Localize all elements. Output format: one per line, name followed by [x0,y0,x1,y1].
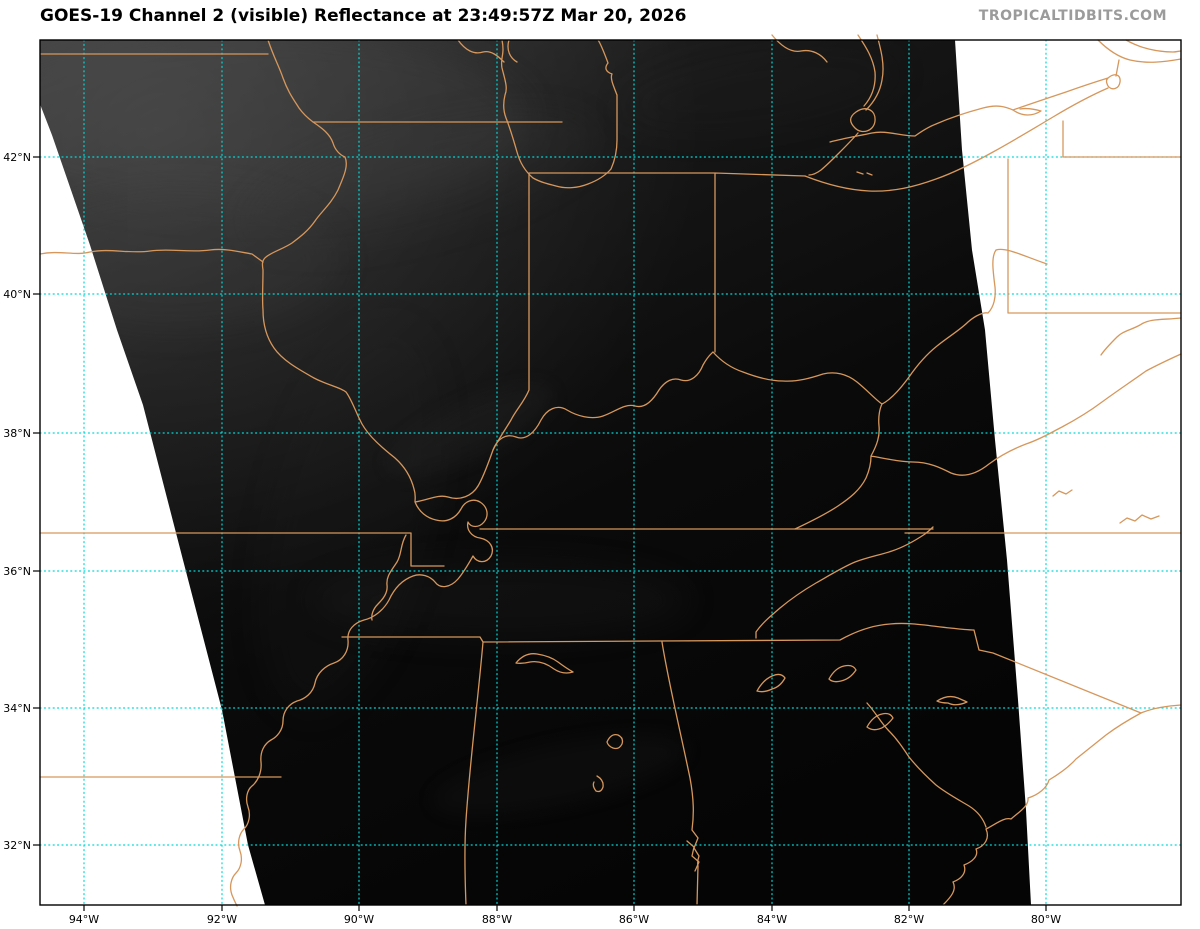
lat-label: 34°N [3,702,31,715]
satellite-map: 42°N 40°N 38°N 36°N 34°N 32°N 94°W 92°W 90°W 88°W… [3,34,1182,926]
lat-label: 38°N [3,427,31,440]
lon-label: 82°W [894,913,924,926]
lat-label: 32°N [3,839,31,852]
page-root: GOES-19 Channel 2 (visible) Reflectance … [0,0,1200,929]
lat-label: 40°N [3,288,31,301]
lat-label: 36°N [3,565,31,578]
lon-label: 90°W [344,913,374,926]
lat-label: 42°N [3,151,31,164]
lon-label: 88°W [482,913,512,926]
satellite-scan-area [40,40,1031,905]
lon-label: 86°W [619,913,649,926]
lon-label: 80°W [1031,913,1061,926]
lon-label: 92°W [207,913,237,926]
lon-label: 84°W [757,913,787,926]
lon-label: 94°W [69,913,99,926]
